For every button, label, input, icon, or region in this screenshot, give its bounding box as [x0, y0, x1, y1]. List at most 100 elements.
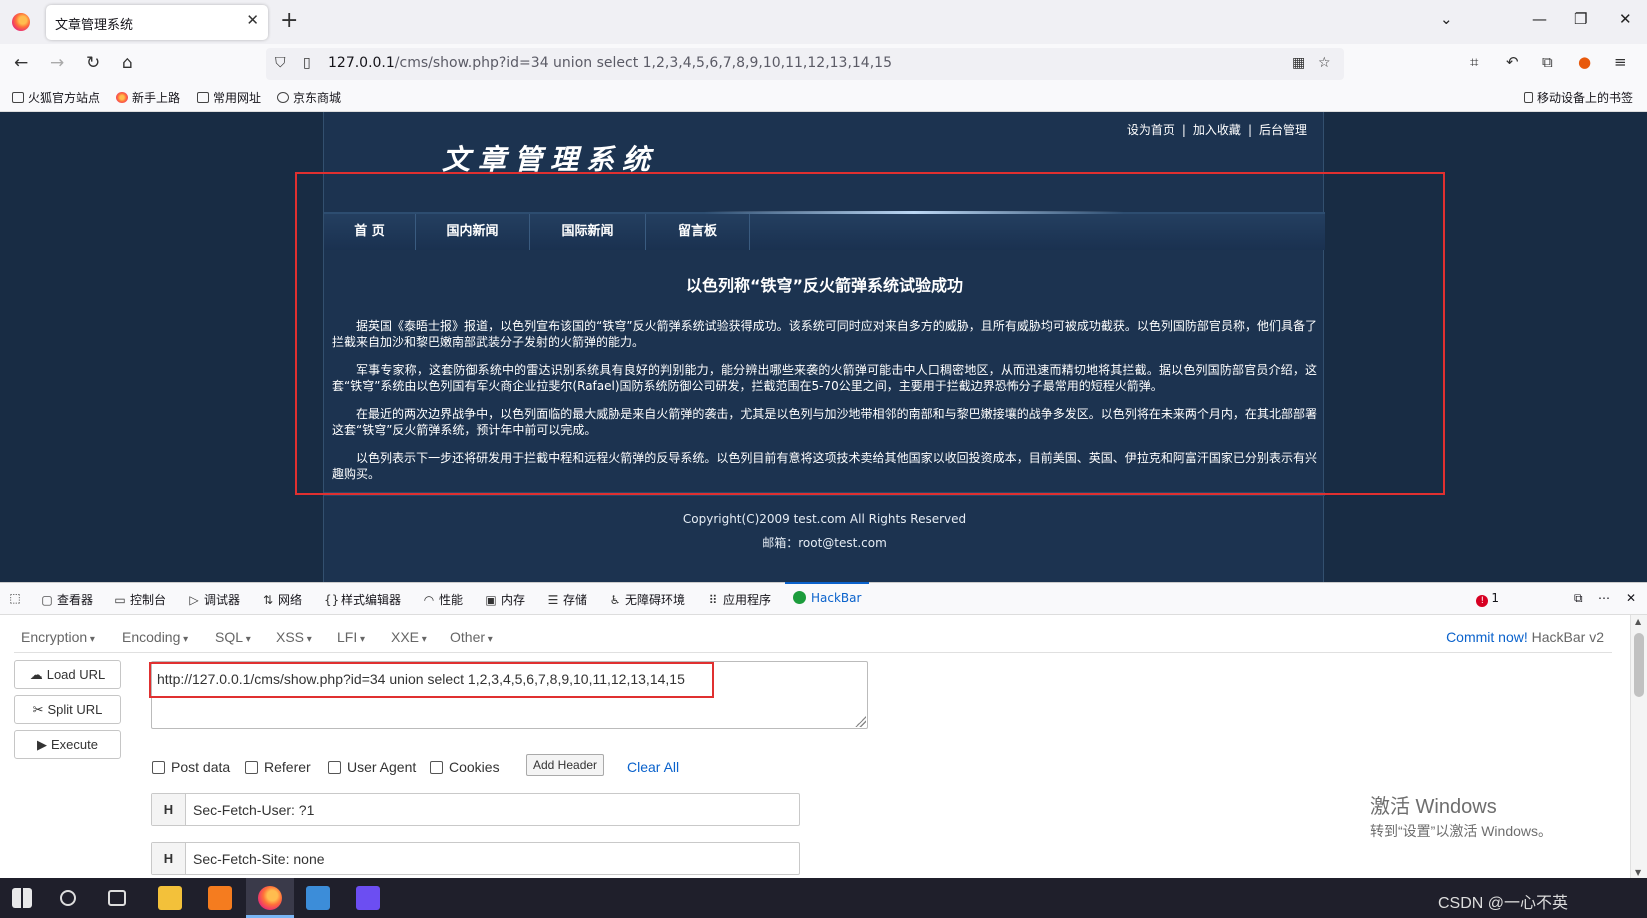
site-container: 设为首页 | 加入收藏 | 后台管理 文章管理系统 首 页 国内新闻 国际新闻 留言板 …	[323, 112, 1325, 582]
firefox-icon[interactable]	[258, 886, 282, 910]
post-data-checkbox[interactable]: Post data	[152, 759, 230, 775]
bookmark-item[interactable]: 京东商城	[277, 89, 341, 106]
xampp-icon[interactable]	[208, 886, 232, 910]
referer-checkbox[interactable]: Referer	[245, 759, 311, 775]
taskbar: CSDN @一心不英	[0, 878, 1647, 918]
menu-sql[interactable]: SQL	[215, 629, 251, 645]
more-options-icon[interactable]: ⋯	[1598, 591, 1610, 605]
close-window-button[interactable]: ✕	[1619, 10, 1632, 28]
set-homepage-link[interactable]: 设为首页	[1127, 123, 1175, 137]
tab-storage[interactable]: ☰ 存储	[546, 591, 587, 608]
mobile-bookmarks[interactable]: 移动设备上的书签	[1524, 89, 1633, 106]
error-count: 1	[1491, 591, 1499, 605]
qr-code-icon[interactable]: ▦	[1292, 55, 1305, 71]
close-icon[interactable]: ✕	[246, 11, 259, 29]
file-explorer-icon[interactable]	[158, 886, 182, 910]
split-url-button[interactable]: ✂ Split URL	[14, 695, 121, 724]
tab-network[interactable]: ⇅ 网络	[261, 591, 302, 608]
tab-application[interactable]: ⠿ 应用程序	[706, 591, 771, 608]
header-toggle[interactable]: H	[152, 794, 186, 825]
tab-debugger[interactable]: ▷ 调试器	[187, 591, 240, 608]
execute-button[interactable]: ▶ Execute	[14, 730, 121, 759]
undo-icon[interactable]: ↶	[1506, 53, 1519, 71]
scroll-down-icon[interactable]: ▼	[1635, 868, 1641, 877]
tab-inspector[interactable]: ▢ 查看器	[40, 591, 93, 608]
devtools-scrollbar[interactable]: ▲ ▼	[1630, 615, 1647, 879]
separator: |	[1181, 123, 1186, 137]
close-devtools-icon[interactable]: ✕	[1626, 591, 1636, 605]
bookmark-item[interactable]: 新手上路	[116, 89, 180, 106]
minimize-button[interactable]: —	[1532, 10, 1547, 28]
menu-xxe[interactable]: XXE	[391, 629, 427, 645]
url-textarea[interactable]: http://127.0.0.1/cms/show.php?id=34 unio…	[151, 661, 868, 729]
article-paragraph: 以色列表示下一步还将研发用于拦截中程和远程火箭弹的反导系统。以色列目前有意将这项…	[332, 451, 1317, 481]
tab-performance[interactable]: ◠ 性能	[422, 591, 463, 608]
url-bar[interactable]: ⛉ ▯ 127.0.0.1/cms/show.php?id=34 union s…	[266, 48, 1344, 80]
menu-encoding[interactable]: Encoding	[122, 629, 188, 645]
nav-item-domestic[interactable]: 国内新闻	[416, 214, 530, 250]
menu-encryption[interactable]: Encryption	[21, 629, 95, 645]
nav-item-home[interactable]: 首 页	[324, 214, 416, 250]
scrollbar-thumb[interactable]	[1634, 633, 1644, 697]
tab-label: 控制台	[130, 593, 167, 607]
tab-style-editor[interactable]: {} 样式编辑器	[324, 591, 401, 608]
reload-icon[interactable]: ↻	[86, 53, 100, 73]
task-view-icon[interactable]	[108, 890, 126, 906]
resize-grip-icon[interactable]	[855, 716, 866, 727]
search-icon[interactable]	[60, 890, 76, 906]
tab-memory[interactable]: ▣ 内存	[484, 591, 525, 608]
new-tab-button[interactable]: +	[280, 8, 298, 33]
clear-all-link[interactable]: Clear All	[627, 759, 679, 775]
inspector-icon: ▢	[41, 593, 53, 607]
tab-accessibility[interactable]: ♿ 无障碍环境	[608, 591, 685, 608]
windows-start-icon[interactable]	[12, 888, 32, 908]
menu-lfi[interactable]: LFI	[337, 629, 365, 645]
menu-xss[interactable]: XSS	[276, 629, 312, 645]
nav-item-guestbook[interactable]: 留言板	[646, 214, 750, 250]
forward-icon[interactable]: →	[50, 53, 64, 73]
maximize-button[interactable]: ❐	[1574, 10, 1587, 28]
cookies-checkbox[interactable]: Cookies	[430, 759, 500, 775]
add-header-button[interactable]: Add Header	[526, 754, 605, 776]
application-icon: ⠿	[708, 593, 718, 607]
app-lightning-icon[interactable]	[356, 886, 380, 910]
element-picker-icon[interactable]: ⬚	[8, 591, 25, 605]
home-icon[interactable]: ⌂	[122, 53, 133, 73]
commit-link[interactable]: Commit now!	[1446, 629, 1528, 645]
page-icon[interactable]: ▯	[303, 55, 311, 71]
remote-desktop-icon[interactable]	[306, 886, 330, 910]
crop-icon[interactable]: ⌗	[1470, 53, 1478, 71]
nav-item-international[interactable]: 国际新闻	[530, 214, 646, 250]
bookmark-item[interactable]: 火狐官方站点	[12, 89, 100, 106]
header-row: H Sec-Fetch-Site: none	[151, 842, 800, 875]
admin-link[interactable]: 后台管理	[1259, 123, 1307, 137]
dock-icon[interactable]: ⧉	[1574, 591, 1583, 606]
header-value[interactable]: Sec-Fetch-Site: none	[193, 851, 325, 867]
tab-label: 应用程序	[723, 593, 772, 607]
browser-tab[interactable]: 文章管理系统 ✕	[46, 5, 268, 40]
checkbox-icon	[245, 761, 258, 774]
bookmark-star-icon[interactable]: ☆	[1318, 55, 1331, 71]
add-favorite-link[interactable]: 加入收藏	[1193, 123, 1241, 137]
user-agent-checkbox[interactable]: User Agent	[328, 759, 416, 775]
menu-icon[interactable]: ≡	[1614, 53, 1627, 71]
scroll-up-icon[interactable]: ▲	[1635, 617, 1641, 626]
bookmark-item[interactable]: 常用网址	[197, 89, 261, 106]
list-tabs-icon[interactable]: ⌄	[1440, 10, 1453, 28]
error-badge[interactable]: ! 1	[1476, 591, 1499, 607]
tab-console[interactable]: ▭ 控制台	[113, 591, 166, 608]
tab-hackbar[interactable]: HackBar	[784, 582, 870, 605]
header-toggle[interactable]: H	[152, 843, 186, 874]
menu-other[interactable]: Other	[450, 629, 493, 645]
extensions-icon[interactable]: ⧉	[1542, 53, 1553, 71]
firefox-icon[interactable]	[12, 13, 30, 31]
profile-icon[interactable]: ●	[1578, 53, 1591, 71]
checkbox-label: Referer	[264, 759, 311, 775]
header-value[interactable]: Sec-Fetch-User: ?1	[193, 802, 314, 818]
url-text[interactable]: 127.0.0.1/cms/show.php?id=34 union selec…	[328, 55, 892, 71]
load-url-button[interactable]: ☁ Load URL	[14, 660, 121, 689]
tab-label: 网络	[278, 593, 303, 607]
back-icon[interactable]: ←	[14, 53, 28, 73]
shield-icon[interactable]: ⛉	[275, 55, 286, 71]
hackbar-version: Commit now! HackBar v2	[1446, 629, 1604, 645]
